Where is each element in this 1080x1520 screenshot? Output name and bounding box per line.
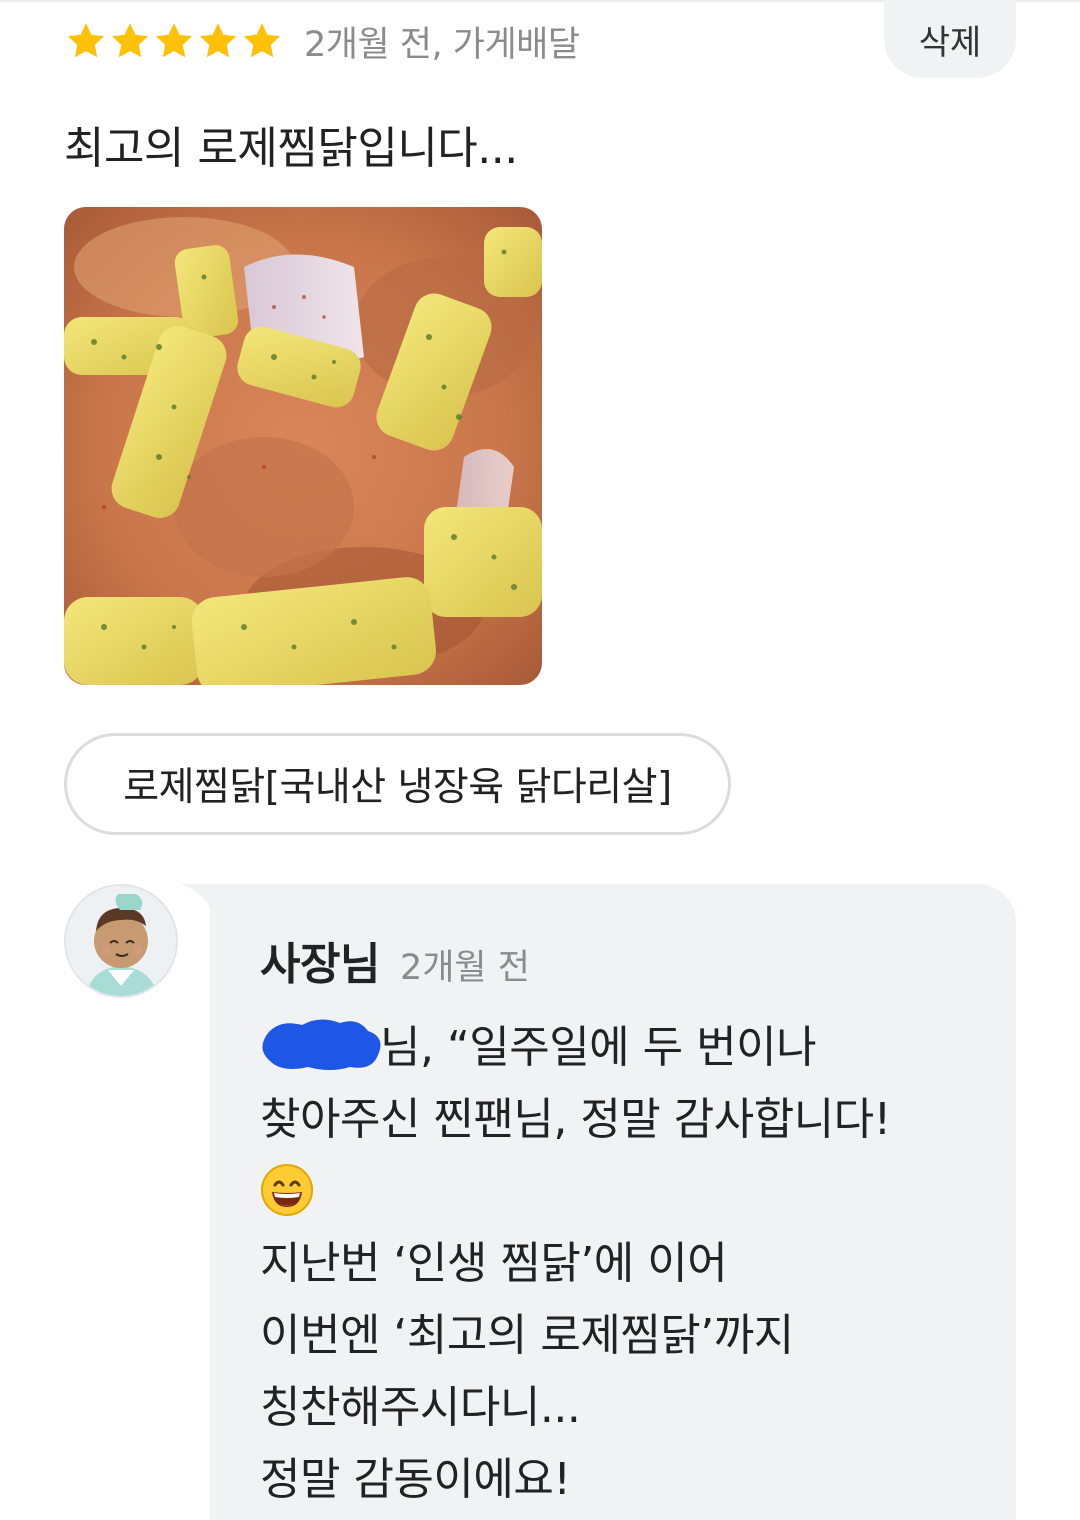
review-screen: 2개월 전, 가게배달 삭제 최고의 로제찜닭입니다... 로제찜닭[국내산 냉… [0, 0, 1080, 1520]
review-meta: 2개월 전, 가게배달 [304, 24, 580, 65]
food-photo-image [64, 207, 542, 685]
owner-reply-text: 님, “일주일에 두 번이나 찾아주신 찐팬님, 정말 감사합니다! 지난번 ‘… [260, 1012, 891, 1516]
review-photo[interactable] [64, 207, 542, 685]
owner-avatar [64, 884, 178, 998]
owner-name: 사장님 [260, 939, 380, 990]
reply-line [260, 1156, 891, 1228]
chef-character-icon [66, 886, 176, 996]
reply-line: 정말 감동이에요! [260, 1454, 571, 1505]
review-rating-row: 2개월 전, 가게배달 [64, 14, 580, 68]
reply-line: 찾아주신 찐팬님, 정말 감사합니다! [260, 1094, 891, 1145]
star-icon [152, 19, 196, 63]
grinning-face-emoji-icon [260, 1163, 314, 1217]
review-text: 최고의 로제찜닭입니다... [64, 123, 518, 174]
reply-line: 칭찬해주시다니... [260, 1382, 581, 1433]
owner-reply-header: 사장님 2개월 전 [260, 928, 530, 992]
owner-reply-bubble: 사장님 2개월 전 님, “일주일에 두 번이나 찾아주신 찐팬님, 정말 감사… [210, 884, 1016, 1520]
star-rating [64, 19, 284, 63]
reply-line: 님, “일주일에 두 번이나 [260, 1012, 891, 1084]
star-icon [196, 19, 240, 63]
delete-button[interactable]: 삭제 [884, 0, 1016, 78]
star-icon [108, 19, 152, 63]
reply-line: 이번엔 ‘최고의 로제찜닭’까지 [260, 1310, 794, 1361]
ordered-menu-chip[interactable]: 로제찜닭[국내산 냉장육 닭다리살] [64, 733, 731, 835]
redacted-nickname [260, 1015, 386, 1073]
star-icon [64, 19, 108, 63]
star-icon [240, 19, 284, 63]
owner-reply-time: 2개월 전 [399, 948, 530, 988]
reply-line: 지난번 ‘인생 찜닭’에 이어 [260, 1238, 728, 1289]
